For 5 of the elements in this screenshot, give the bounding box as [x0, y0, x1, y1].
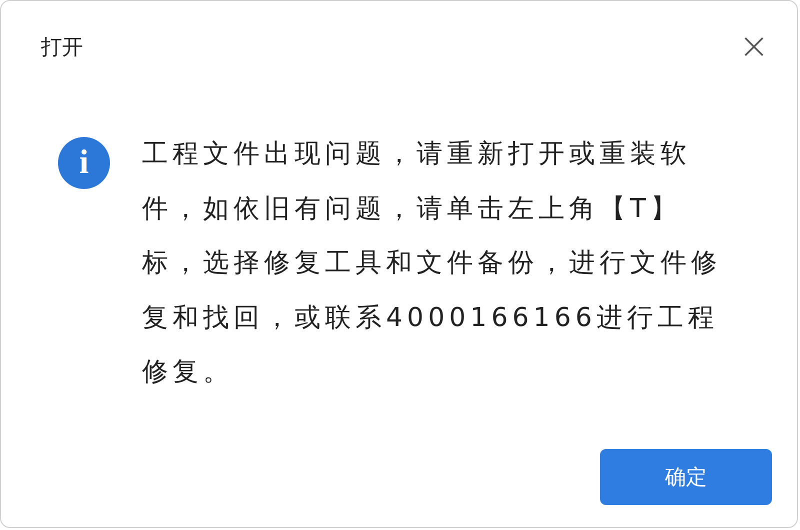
confirm-button[interactable]: 确定 — [600, 449, 772, 505]
close-button[interactable]: × — [732, 29, 775, 65]
dialog-title: 打开 — [41, 34, 83, 61]
info-icon: i — [58, 137, 110, 189]
message-text: 工程文件出现问题，请重新打开或重装软件，如依旧有问题，请单击左上角【T】标，选择修复工具和文件备份，进行文件修复和找回，或联系4000166166进行工程修复。 — [142, 138, 722, 389]
